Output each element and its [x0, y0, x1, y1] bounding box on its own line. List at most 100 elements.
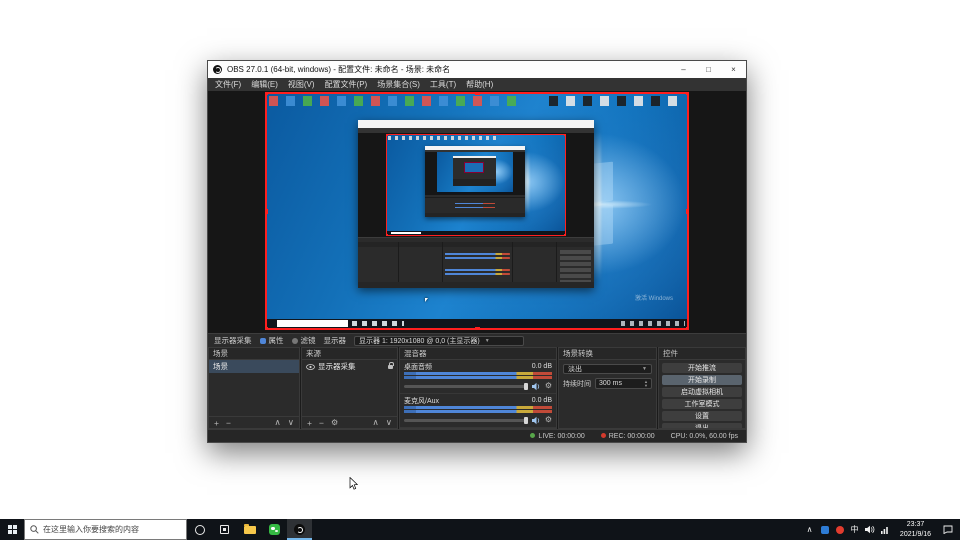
menu-item[interactable]: 文件(F) [210, 79, 246, 90]
sources-list: 显示器采集 [302, 360, 397, 416]
mixer-gear-icon[interactable]: ⚙ [545, 382, 552, 390]
minimize-button[interactable]: – [671, 61, 696, 78]
selection-handle[interactable] [686, 209, 687, 214]
transition-duration-spinner[interactable]: 300 ms ▲ ▼ [595, 378, 652, 389]
transitions-body: 淡出 ▼ 持续时间 300 ms ▲ ▼ [559, 360, 656, 428]
menu-item[interactable]: 视图(V) [283, 79, 320, 90]
cortana-button[interactable] [187, 519, 212, 540]
move-source-down-button[interactable]: ∨ [386, 417, 392, 428]
display-capture-source[interactable]: 激活 Windows [265, 92, 689, 330]
selection-handle[interactable] [475, 94, 480, 95]
window-controls: – □ × [671, 61, 746, 78]
selection-handle[interactable] [267, 209, 268, 214]
mixer-dock-title: 混音器 [400, 348, 556, 360]
scene-item[interactable]: 场景 [209, 360, 299, 373]
chevron-down-icon: ▼ [642, 366, 647, 372]
volume-slider-handle[interactable] [523, 416, 528, 424]
menu-item[interactable]: 工具(T) [425, 79, 461, 90]
mixer-gear-icon[interactable]: ⚙ [545, 416, 552, 424]
tray-app-blue[interactable] [817, 525, 832, 534]
source-toolbar: 显示器采集 属性 滤镜 显示器 显示器 1: 1920x1080 @ 0,0 (… [208, 333, 746, 347]
menu-item[interactable]: 配置文件(P) [320, 79, 373, 90]
capture-desktop-icons-right [549, 96, 685, 106]
mouse-cursor [349, 476, 359, 495]
obs-window: OBS 27.0.1 (64-bit, windows) - 配置文件: 未命名… [207, 60, 747, 443]
remove-scene-button[interactable]: − [226, 418, 231, 428]
lock-icon[interactable] [388, 361, 394, 369]
move-scene-up-button[interactable]: ∧ [275, 417, 281, 428]
control-button[interactable]: 工作室模式 [662, 399, 742, 409]
ime-indicator[interactable]: 中 [847, 524, 862, 535]
capture-obs-titlebar [358, 120, 594, 128]
taskbar-search[interactable]: 在这里输入你要搜索的内容 [24, 519, 187, 540]
source-filters-button[interactable]: 滤镜 [291, 335, 316, 346]
capture-obs-statusbar [358, 282, 594, 288]
source-properties-gear-icon[interactable]: ⚙ [331, 418, 338, 427]
cortana-icon [194, 524, 205, 535]
move-scene-down-button[interactable]: ∨ [288, 417, 294, 428]
task-view-button[interactable] [212, 519, 237, 540]
obs-preview: 激活 Windows [208, 91, 746, 333]
source-item[interactable]: 显示器采集 [302, 360, 397, 373]
system-tray: ∧ 中 23:37 2021/9/16 [802, 519, 960, 540]
transition-select[interactable]: 淡出 ▼ [563, 364, 652, 374]
menu-item[interactable]: 编辑(E) [246, 79, 283, 90]
wechat-taskbar-button[interactable] [262, 519, 287, 540]
volume-button[interactable] [862, 525, 877, 534]
capture-cursor [425, 298, 428, 302]
move-source-up-button[interactable]: ∧ [373, 417, 379, 428]
taskbar-clock[interactable]: 23:37 2021/9/16 [892, 520, 939, 538]
selection-handle[interactable] [267, 327, 268, 328]
menu-item[interactable]: 场景集合(S) [372, 79, 425, 90]
control-button[interactable]: 设置 [662, 411, 742, 421]
source-properties-button[interactable]: 属性 [259, 335, 284, 346]
visibility-eye-icon[interactable] [306, 363, 315, 370]
filters-icon [291, 337, 298, 344]
obs-window-title: OBS 27.0.1 (64-bit, windows) - 配置文件: 未命名… [227, 65, 451, 74]
cpu-status: CPU: 0.0%, 60.00 fps [670, 432, 738, 440]
search-placeholder: 在这里输入你要搜索的内容 [43, 525, 139, 534]
network-icon [880, 527, 888, 534]
selected-source-name: 显示器采集 [214, 336, 252, 345]
action-center-button[interactable] [939, 525, 956, 534]
spinner-arrows[interactable]: ▲ ▼ [644, 380, 648, 387]
selection-handle[interactable] [686, 94, 687, 95]
transitions-dock: 场景转换 淡出 ▼ 持续时间 300 ms ▲ ▼ [558, 347, 657, 429]
remove-source-button[interactable]: − [319, 418, 324, 428]
speaker-icon[interactable] [531, 382, 541, 391]
maximize-button[interactable]: □ [696, 61, 721, 78]
add-source-button[interactable]: + [307, 418, 312, 428]
mixer-channel-db: 0.0 dB [531, 397, 552, 404]
network-button[interactable] [877, 525, 892, 534]
taskbar: 在这里输入你要搜索的内容 ∧ 中 23:37 2021/9/16 [0, 519, 960, 540]
volume-slider[interactable] [404, 416, 528, 424]
mixer-channels: 桌面音频 0.0 dB ⚙ 麦克风/Aux 0.0 dB ⚙ [400, 360, 556, 428]
obs-title-bar[interactable]: OBS 27.0.1 (64-bit, windows) - 配置文件: 未命名… [208, 61, 746, 78]
add-scene-button[interactable]: + [214, 418, 219, 428]
volume-slider[interactable] [404, 382, 528, 390]
file-explorer-button[interactable] [237, 519, 262, 540]
control-button[interactable]: 退出 [662, 423, 742, 428]
hidden-icons-button[interactable]: ∧ [802, 525, 817, 534]
volume-slider-handle[interactable] [523, 382, 528, 390]
control-button[interactable]: 开始录制 [662, 375, 742, 385]
selection-handle[interactable] [686, 327, 687, 328]
tray-app-red[interactable] [832, 525, 847, 534]
control-button[interactable]: 启动虚拟相机 [662, 387, 742, 397]
selection-handle [564, 135, 565, 136]
task-view-icon [220, 525, 229, 534]
start-button[interactable] [0, 519, 24, 540]
mixer-channel: 麦克风/Aux 0.0 dB ⚙ [400, 394, 556, 428]
clock-date: 2021/9/16 [899, 530, 932, 538]
capture-tray [621, 321, 685, 326]
menu-item[interactable]: 帮助(H) [461, 79, 498, 90]
close-button[interactable]: × [721, 61, 746, 78]
control-button[interactable]: 开始推流 [662, 363, 742, 373]
display-select[interactable]: 显示器 1: 1920x1080 @ 0,0 (主显示器) ▼ [354, 335, 524, 346]
mixer-dock: 混音器 桌面音频 0.0 dB ⚙ 麦克风/Aux 0.0 dB ⚙ [399, 347, 557, 429]
volume-meter [404, 406, 552, 409]
speaker-icon[interactable] [531, 416, 541, 425]
selection-handle[interactable] [475, 327, 480, 328]
selection-handle[interactable] [267, 94, 268, 95]
obs-taskbar-button[interactable] [287, 519, 312, 540]
